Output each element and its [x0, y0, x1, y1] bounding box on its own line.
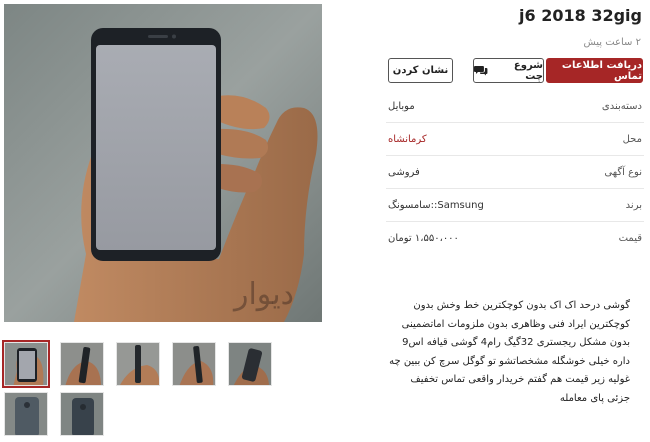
- detail-row-category: دسته‌بندی موبایل: [386, 90, 644, 123]
- detail-row-ad-type: نوع آگهی فروشی: [386, 156, 644, 189]
- thumbnail-2[interactable]: [60, 342, 104, 386]
- start-chat-button[interactable]: شروع چت: [473, 58, 544, 83]
- detail-value: فروشی: [388, 167, 420, 178]
- details-list: دسته‌بندی موبایل محل کرمانشاه نوع آگهی ف…: [386, 90, 644, 255]
- thumbnail-4[interactable]: [172, 342, 216, 386]
- thumbnail-1[interactable]: [2, 340, 50, 388]
- detail-row-price: قیمت ۱،۵۵۰،۰۰۰ تومان: [386, 222, 644, 255]
- detail-row-location: محل کرمانشاه: [386, 123, 644, 156]
- main-photo[interactable]: دیوار: [4, 4, 322, 322]
- thumbnail-3[interactable]: [116, 342, 160, 386]
- listing-description: گوشی درحد اک اک بدون کوچکترین خط وخش بدو…: [389, 300, 630, 404]
- thumbnail-6[interactable]: [4, 392, 48, 436]
- posted-time: ۲ ساعت پیش: [583, 37, 642, 48]
- detail-value: Samsung::سامسونگ: [388, 200, 484, 211]
- detail-label: نوع آگهی: [604, 167, 642, 178]
- detail-label: قیمت: [618, 233, 642, 244]
- chat-bubbles-icon: [474, 66, 488, 76]
- detail-label: محل: [622, 134, 642, 145]
- contact-info-button[interactable]: دریافت اطلاعات تماس: [546, 58, 643, 83]
- listing-title: j6 2018 32gig: [519, 6, 642, 25]
- bookmark-label: نشان کردن: [392, 65, 449, 76]
- bookmark-button[interactable]: نشان کردن: [388, 58, 453, 83]
- thumbnail-5[interactable]: [228, 342, 272, 386]
- location-link[interactable]: کرمانشاه: [388, 134, 427, 145]
- detail-label: دسته‌بندی: [601, 101, 642, 112]
- contact-info-label: دریافت اطلاعات تماس: [561, 59, 642, 82]
- detail-value: موبایل: [388, 101, 415, 112]
- detail-label: برند: [625, 200, 642, 211]
- thumbnail-7[interactable]: [60, 392, 104, 436]
- phone-in-hand-photo: دیوار: [4, 4, 322, 322]
- watermark-text: دیوار: [232, 277, 294, 312]
- detail-row-brand: برند Samsung::سامسونگ: [386, 189, 644, 222]
- start-chat-label: شروع چت: [513, 59, 543, 82]
- price-value: ۱،۵۵۰،۰۰۰ تومان: [388, 233, 459, 244]
